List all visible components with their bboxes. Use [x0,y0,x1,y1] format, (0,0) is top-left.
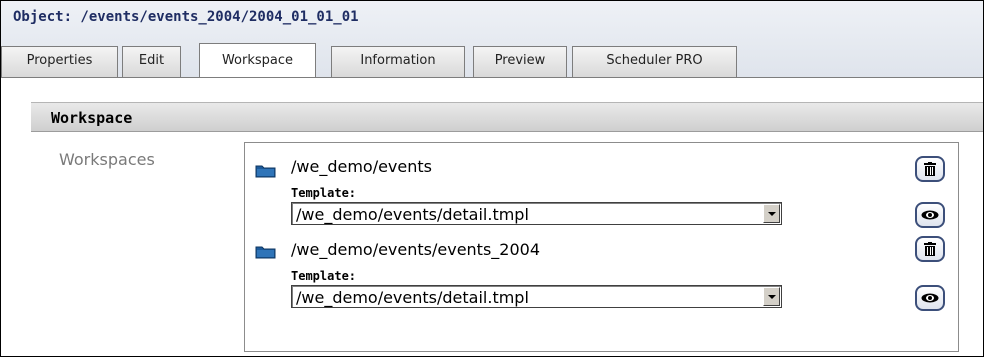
tab-edit[interactable]: Edit [122,46,181,77]
workspace-path: /we_demo/events/events_2004 [291,240,541,259]
tab-label: Information [360,53,436,68]
preview-template-button[interactable] [915,285,945,311]
tab-label: Properties [26,53,93,68]
template-select-value: /we_demo/events/detail.tmpl [296,288,529,307]
section-title: Workspace [51,109,133,127]
workspaces-list: /we_demo/events Template: /we_demo/event… [244,142,959,352]
preview-template-button[interactable] [915,202,945,228]
section-header: Workspace [31,102,983,132]
eye-icon [921,210,939,220]
object-title: Object: /events/events_2004/2004_01_01_0… [13,9,359,25]
template-select[interactable]: /we_demo/events/detail.tmpl [291,202,782,225]
tab-information[interactable]: Information [331,46,465,77]
workspace-path: /we_demo/events [291,157,432,176]
delete-workspace-button[interactable] [915,156,945,182]
workspace-panel: Workspace Workspaces /we_demo/events Tem… [1,78,983,356]
delete-workspace-button[interactable] [915,236,945,262]
trash-icon [924,162,936,176]
template-select[interactable]: /we_demo/events/detail.tmpl [291,285,782,308]
tab-workspace[interactable]: Workspace [199,43,316,78]
dropdown-arrow-button[interactable] [763,204,780,223]
folder-icon [255,163,277,178]
template-select-value: /we_demo/events/detail.tmpl [296,205,529,224]
tab-label: Scheduler PRO [606,53,703,68]
eye-icon [921,293,939,303]
template-label: Template: [291,186,357,200]
template-label: Template: [291,269,357,283]
chevron-down-icon [768,212,776,216]
tab-scheduler-pro[interactable]: Scheduler PRO [572,46,737,77]
folder-icon [255,244,277,259]
workspaces-label: Workspaces [59,150,155,169]
trash-icon [924,242,936,256]
tab-bar: Properties Edit Workspace Information Pr… [1,43,983,78]
tab-label: Workspace [221,53,294,68]
dropdown-arrow-button[interactable] [763,287,780,306]
tab-properties[interactable]: Properties [1,46,118,77]
tab-label: Preview [494,53,546,68]
tab-label: Edit [138,53,165,68]
chevron-down-icon [768,295,776,299]
tab-preview[interactable]: Preview [473,46,567,77]
